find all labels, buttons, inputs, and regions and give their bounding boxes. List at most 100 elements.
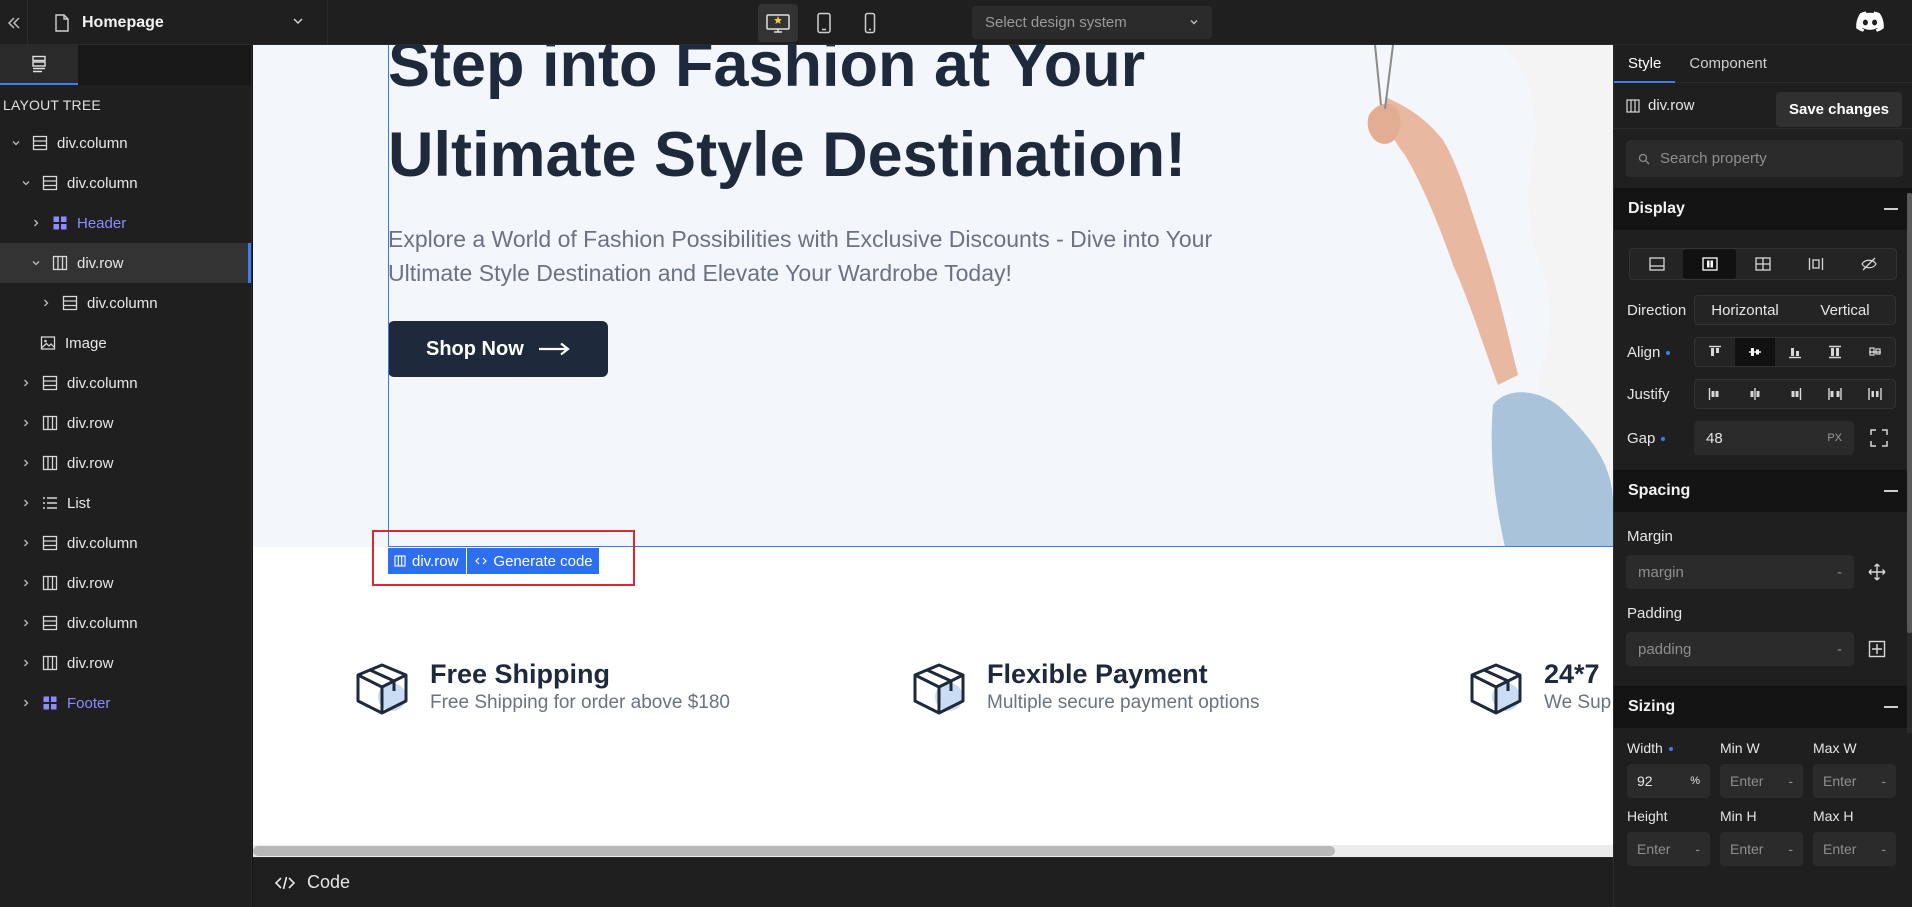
tree-item[interactable]: div.column — [0, 283, 251, 323]
tree-item[interactable]: div.column — [0, 363, 251, 403]
tree-item[interactable]: div.row — [0, 403, 251, 443]
gap-unit[interactable]: PX — [1827, 432, 1842, 444]
justify-start-button[interactable] — [1695, 380, 1735, 408]
justify-end-button[interactable] — [1775, 380, 1815, 408]
max-width-input[interactable]: Enter - — [1813, 764, 1896, 798]
collapse-icon[interactable] — [1884, 706, 1898, 708]
width-unit[interactable]: % — [1690, 775, 1700, 787]
padding-input[interactable]: padding - — [1626, 632, 1854, 666]
tree-item-footer[interactable]: Footer — [0, 683, 251, 723]
panel-scrollbar-thumb[interactable] — [1907, 193, 1912, 633]
row-icon — [52, 255, 68, 271]
max-height-input[interactable]: Enter - — [1813, 832, 1896, 866]
tablet-view-button[interactable] — [804, 4, 844, 42]
tree-item[interactable]: div.row — [0, 443, 251, 483]
design-canvas[interactable]: Step into Fashion at Your Ultimate Style… — [253, 45, 1613, 845]
sizing-title: Sizing — [1628, 698, 1676, 715]
display-flex-button[interactable] — [1683, 249, 1737, 279]
move-icon[interactable] — [1868, 563, 1886, 581]
align-baseline-button[interactable] — [1855, 338, 1895, 366]
direction-label: Direction — [1627, 301, 1687, 319]
page-selector[interactable]: Homepage — [36, 0, 328, 45]
justify-around-button[interactable] — [1855, 380, 1895, 408]
align-stretch-button[interactable] — [1815, 338, 1855, 366]
max-height-label: Max H — [1813, 808, 1854, 824]
margin-row: margin - — [1626, 555, 1912, 589]
collapse-icon[interactable] — [1884, 208, 1898, 210]
gap-input[interactable]: 48 PX — [1694, 421, 1854, 455]
tree-item[interactable]: div.column — [0, 603, 251, 643]
discord-icon[interactable] — [1856, 10, 1884, 34]
desktop-view-button[interactable] — [758, 4, 798, 42]
align-label-wrap: Align — [1627, 344, 1694, 361]
code-panel-toggle[interactable]: Code — [253, 857, 1613, 907]
min-height-input[interactable]: Enter - — [1720, 832, 1803, 866]
padding-label: Padding — [1627, 605, 1683, 622]
justify-center-button[interactable] — [1735, 380, 1775, 408]
gap-value: 48 — [1706, 429, 1723, 447]
min-width-placeholder: Enter — [1730, 773, 1764, 789]
tab-style[interactable]: Style — [1614, 45, 1676, 83]
margin-input[interactable]: margin - — [1626, 555, 1854, 589]
chevron-right-icon — [24, 619, 29, 627]
justify-row: Justify — [1627, 376, 1912, 412]
scrollbar-thumb[interactable] — [253, 846, 1335, 856]
direction-vertical[interactable]: Vertical — [1795, 296, 1895, 324]
tree-item[interactable]: div.row — [0, 643, 251, 683]
min-width-input[interactable]: Enter - — [1720, 764, 1803, 798]
display-none-button[interactable] — [1843, 249, 1896, 279]
direction-horizontal[interactable]: Horizontal — [1695, 296, 1795, 324]
align-end-button[interactable] — [1775, 338, 1815, 366]
spacing-section-header[interactable]: Spacing — [1614, 470, 1912, 512]
align-center-button[interactable] — [1735, 338, 1775, 366]
tab-component[interactable]: Component — [1675, 45, 1781, 83]
display-section-header[interactable]: Display — [1614, 188, 1912, 230]
max-height-cell: Max H Enter - — [1813, 808, 1906, 866]
collapse-sidebar-button[interactable] — [0, 0, 28, 45]
tree-item[interactable]: div.column — [0, 523, 251, 563]
display-inline-button[interactable] — [1790, 249, 1843, 279]
height-input[interactable]: Enter - — [1627, 832, 1710, 866]
sizing-section-header[interactable]: Sizing — [1614, 686, 1912, 728]
margin-label: Margin — [1627, 528, 1673, 545]
tree-item[interactable]: Image — [0, 323, 251, 363]
tree-item[interactable]: div.column — [0, 123, 251, 163]
tree-item[interactable]: div.column — [0, 163, 251, 203]
search-property-input[interactable]: Search property — [1626, 140, 1903, 177]
sizing-grid: Width 92% Min W Enter - Max W Enter - Heig… — [1627, 740, 1912, 866]
tree-item-selected[interactable]: div.row — [0, 243, 251, 283]
min-height-cell: Min H Enter - — [1720, 808, 1813, 866]
display-grid-button[interactable] — [1736, 249, 1789, 279]
justify-label: Justify — [1627, 385, 1670, 403]
tree-item-label: div.row — [67, 414, 114, 432]
collapse-icon[interactable] — [1884, 490, 1898, 492]
mobile-view-button[interactable] — [850, 4, 890, 42]
tree-item-header[interactable]: Header — [0, 203, 251, 243]
margin-unit: - — [1837, 563, 1842, 581]
align-stretch-icon — [1829, 345, 1841, 359]
highlight-box — [372, 530, 635, 586]
align-start-button[interactable] — [1695, 338, 1735, 366]
padding-icon[interactable] — [1868, 640, 1886, 658]
width-input[interactable]: 92% — [1627, 764, 1710, 798]
hero-section[interactable]: Step into Fashion at Your Ultimate Style… — [253, 45, 1613, 547]
justify-between-button[interactable] — [1815, 380, 1855, 408]
tree-item[interactable]: List — [0, 483, 251, 523]
tree-item[interactable]: div.row — [0, 563, 251, 603]
search-icon — [1638, 153, 1650, 164]
panel-scrollbar[interactable] — [1907, 193, 1912, 733]
padding-row: padding - — [1626, 632, 1912, 666]
tree-item-label: div.row — [67, 454, 114, 472]
design-system-select[interactable]: Select design system — [972, 6, 1212, 39]
list-icon — [43, 497, 57, 509]
align-options — [1694, 337, 1896, 367]
layers-icon — [32, 55, 46, 73]
canvas-horizontal-scrollbar[interactable] — [253, 845, 1613, 857]
expand-gap-icon[interactable] — [1870, 429, 1888, 447]
column-icon — [42, 535, 58, 551]
chevron-down-icon — [1190, 20, 1198, 25]
tab-layers[interactable] — [0, 45, 78, 85]
display-block-button[interactable] — [1630, 249, 1683, 279]
save-changes-button[interactable]: Save changes — [1776, 92, 1902, 127]
sidebar-tabs — [0, 45, 251, 85]
